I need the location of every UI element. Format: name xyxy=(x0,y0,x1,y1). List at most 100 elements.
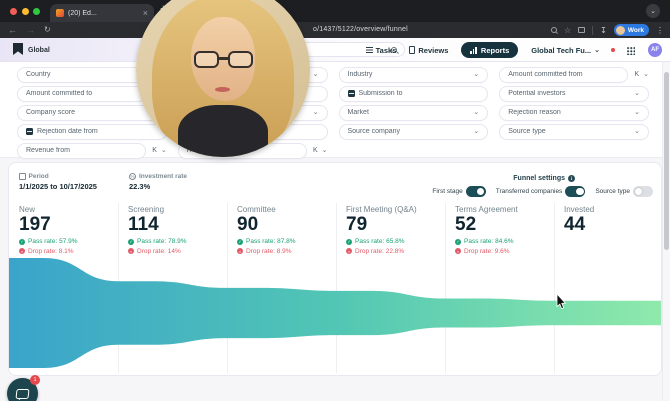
chevron-down-icon: ⌄ xyxy=(634,128,640,135)
workspace-label: Global xyxy=(28,47,50,54)
bookmark-star-icon[interactable]: ☆ xyxy=(564,26,571,35)
filter-label: Source company xyxy=(347,128,401,135)
pass-rate-prefix: Pass rate: xyxy=(464,238,494,246)
nav-reviews[interactable]: Reviews xyxy=(409,46,448,55)
tab-close-icon[interactable]: × xyxy=(143,8,148,18)
filter-cell: Amount committed from K ⌄ xyxy=(499,65,649,84)
fund-selector[interactable]: Global Tech Fu... ⌄ xyxy=(531,46,600,55)
check-icon: ✓ xyxy=(237,238,243,245)
nav-tasks[interactable]: Tasks xyxy=(365,45,397,55)
nav-tasks-label: Tasks xyxy=(375,45,397,55)
chat-widget-button[interactable]: 1 xyxy=(7,375,40,401)
setting-label: First stage xyxy=(432,187,463,195)
webcam-person-body xyxy=(178,105,268,157)
user-avatar[interactable]: AF xyxy=(648,43,662,57)
calendar-icon xyxy=(347,90,355,97)
filter-amount-committed-to[interactable]: Amount committed to xyxy=(17,85,147,102)
unit-selector[interactable]: K⌄ xyxy=(634,71,649,78)
funnel-stage: Screening 114 ✓ Pass rate: 78.9% × Drop rate:… xyxy=(118,203,227,255)
toggle-source-type[interactable] xyxy=(633,186,653,197)
nav-reviews-label: Reviews xyxy=(418,45,449,55)
funnel-card: Period 1/1/2025 to 10/17/2025 % Investme… xyxy=(8,162,662,376)
toggle-first-stage[interactable] xyxy=(465,186,486,197)
chat-badge: 1 xyxy=(30,375,40,385)
filter-revenue-from[interactable]: Revenue from xyxy=(17,142,147,159)
investment-rate-value: 22.3% xyxy=(129,182,151,191)
browser-menu-icon[interactable]: ⋮ xyxy=(656,26,664,35)
window-controls[interactable] xyxy=(10,8,40,15)
filter-market[interactable]: Market ⌄ xyxy=(338,104,489,121)
funnel-settings-label: Funnel settings xyxy=(513,175,565,182)
info-icon[interactable]: i xyxy=(568,175,575,182)
chevron-down-icon: ⌄ xyxy=(643,71,649,78)
funnel-shape[interactable] xyxy=(9,258,662,368)
app-nav: Tasks Reviews Reports Global Tech Fu... … xyxy=(365,42,662,58)
close-window-button[interactable] xyxy=(10,8,17,15)
unit-selector[interactable]: K⌄ xyxy=(313,147,328,154)
filter-rejection-reason[interactable]: Rejection reason ⌄ xyxy=(499,104,649,121)
filter-source-company[interactable]: Source company ⌄ xyxy=(338,123,489,140)
toggle-transferred-companies[interactable] xyxy=(565,186,586,197)
funnel-settings-toggles: First stage Transferred companies Source t… xyxy=(432,186,653,197)
investment-rate-label: Investment rate xyxy=(139,173,188,180)
download-icon[interactable]: ↧ xyxy=(600,26,607,35)
stage-value: 44 xyxy=(564,214,586,235)
filter-label: Rejection date from xyxy=(37,128,98,135)
filter-label: Submission to xyxy=(358,90,403,97)
filter-amount-committed-from[interactable]: Amount committed from xyxy=(499,66,629,83)
chevron-down-icon: ⌄ xyxy=(634,90,640,97)
profile-chip[interactable]: Work xyxy=(613,24,649,36)
forward-icon[interactable]: → xyxy=(26,25,35,35)
filter-cell: Submission to xyxy=(338,84,489,103)
chevron-down-icon: ⌄ xyxy=(321,147,328,154)
unit-selector[interactable]: K⌄ xyxy=(152,147,167,154)
percent-icon: % xyxy=(129,173,136,180)
funnel-area-chart[interactable] xyxy=(9,251,662,376)
filter-source-type[interactable]: Source type ⌄ xyxy=(499,123,649,140)
filter-potential-investors[interactable]: Potential investors ⌄ xyxy=(499,85,649,102)
toggle-knob xyxy=(576,187,584,195)
funnel-stage: New 197 ✓ Pass rate: 57.9% × Drop rate: 8.1% xyxy=(9,203,118,255)
filter-submission-to[interactable]: Submission to xyxy=(338,85,489,102)
apps-grid-icon[interactable] xyxy=(626,45,635,55)
filter-industry[interactable]: Industry ⌄ xyxy=(338,66,489,83)
scrollbar-thumb[interactable] xyxy=(664,72,669,250)
stage-value: 79 xyxy=(346,214,368,235)
reload-icon[interactable]: ↻ xyxy=(44,26,51,34)
check-icon: ✓ xyxy=(19,238,25,245)
filter-label: Country xyxy=(26,71,51,78)
toolbar-actions: ☆ ↧ Work ⋮ xyxy=(550,22,664,38)
stage-label: Terms Agreement xyxy=(455,205,518,214)
stage-value: 114 xyxy=(128,214,159,235)
glasses-icon xyxy=(228,51,253,68)
browser-tab[interactable]: (20) Ed... × xyxy=(50,4,154,22)
fund-selector-label: Global Tech Fu... xyxy=(531,45,592,55)
maximize-window-button[interactable] xyxy=(33,8,40,15)
zoom-icon[interactable] xyxy=(550,27,557,33)
address-bar[interactable]: o/1437/5122/overview/funnel xyxy=(313,26,408,33)
filter-cell: Source type ⌄ xyxy=(499,122,649,141)
minimize-window-button[interactable] xyxy=(21,8,29,15)
funnel-settings-title: Funnel settings i xyxy=(513,175,575,182)
filter-cell: Revenue from K ⌄ xyxy=(17,141,167,160)
filter-cell: Potential investors ⌄ xyxy=(499,84,649,103)
chevron-down-icon: ⌄ xyxy=(473,128,480,135)
pass-rate-prefix: Pass rate: xyxy=(28,238,58,246)
nav-reports[interactable]: Reports xyxy=(461,42,519,58)
pass-rate-row: ✓ Pass rate: 65.8% xyxy=(346,238,441,245)
pass-rate-row: ✓ Pass rate: 78.9% xyxy=(128,238,223,245)
back-icon[interactable]: ← xyxy=(8,25,17,35)
chevron-down-icon: ⌄ xyxy=(473,109,480,116)
page-scrollbar[interactable] xyxy=(662,62,670,401)
filter-label: Amount committed to xyxy=(26,90,93,97)
pass-rate-prefix: Pass rate: xyxy=(137,238,167,246)
tab-search-chevron-icon[interactable]: ⌄ xyxy=(646,4,660,18)
side-panel-icon[interactable] xyxy=(578,27,586,33)
app-logo-icon[interactable] xyxy=(13,43,23,55)
tab-title: (20) Ed... xyxy=(68,9,97,17)
filters-panel: Country⌄Round/Stage⌄Industry⌄Amount comm… xyxy=(0,62,670,160)
toggle-knob xyxy=(476,187,485,195)
funnel-stage: First Meeting (Q&A) 79 ✓ Pass rate: 65.8% × D… xyxy=(336,203,445,255)
filter-label: Source type xyxy=(508,128,546,135)
filter-rejection-date-from[interactable]: Rejection date from xyxy=(17,123,167,140)
